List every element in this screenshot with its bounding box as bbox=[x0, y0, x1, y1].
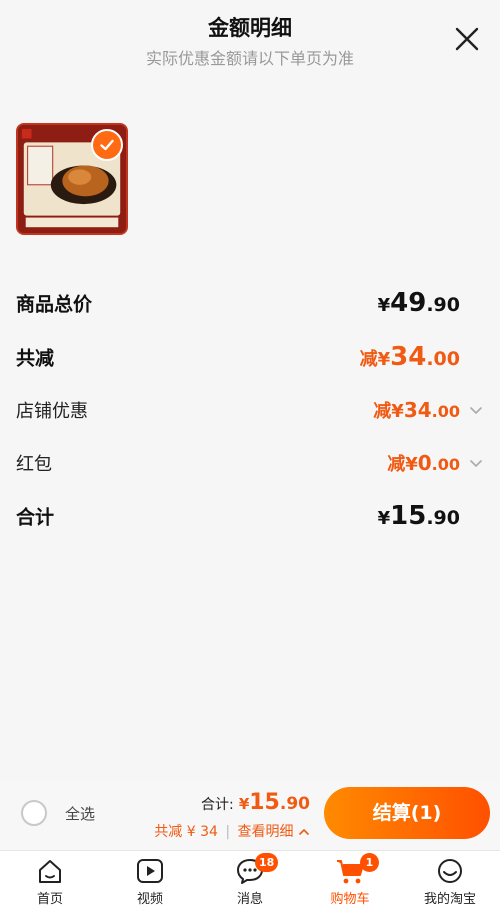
messages-badge: 18 bbox=[255, 853, 279, 872]
total-discount-row: 共减 减¥34.00 bbox=[16, 337, 484, 377]
close-button[interactable] bbox=[454, 26, 480, 52]
total-amount: ¥15.90 bbox=[377, 501, 460, 531]
bottom-discount[interactable]: 共减 ¥ 34 | 查看明细 bbox=[154, 821, 310, 841]
red-packet-label: 红包 bbox=[16, 454, 52, 475]
header: 金额明细 实际优惠金额请以下单页为准 bbox=[0, 0, 500, 80]
shop-discount-row[interactable]: 店铺优惠 减¥34.00 bbox=[16, 390, 484, 430]
red-packet-amount: 减¥0.00 bbox=[387, 451, 460, 475]
select-all-checkbox[interactable] bbox=[21, 800, 47, 826]
checkout-button[interactable]: 结算(1) bbox=[324, 787, 490, 839]
chevron-up-icon[interactable] bbox=[298, 826, 310, 838]
video-icon bbox=[137, 859, 163, 883]
home-icon bbox=[39, 860, 61, 883]
page-title: 金额明细 bbox=[208, 16, 292, 40]
shop-discount-amount: 减¥34.00 bbox=[373, 398, 460, 422]
checkmark-icon bbox=[100, 139, 114, 151]
chevron-down-icon[interactable] bbox=[468, 402, 484, 418]
select-all-label[interactable]: 全选 bbox=[65, 803, 95, 824]
profile-icon bbox=[438, 859, 462, 883]
checkout-bar: 全选 合计: ¥15.90 共减 ¥ 34 | 查看明细 结算(1) bbox=[0, 781, 500, 849]
view-details-link[interactable]: 查看明细 bbox=[238, 824, 294, 840]
tab-home[interactable]: 首页 bbox=[0, 851, 100, 909]
red-packet-row[interactable]: 红包 减¥0.00 bbox=[16, 443, 484, 483]
page-subtitle: 实际优惠金额请以下单页为准 bbox=[145, 49, 354, 68]
total-row: 合计 ¥15.90 bbox=[16, 496, 484, 536]
tab-video[interactable]: 视频 bbox=[100, 851, 200, 909]
tab-bar: 首页 视频 18 消息 1 购物车 我的淘宝 bbox=[0, 850, 500, 909]
subtotal-amount: ¥49.90 bbox=[377, 288, 460, 318]
close-icon bbox=[455, 27, 479, 51]
subtotal-label: 商品总价 bbox=[16, 293, 93, 316]
tab-cart[interactable]: 1 购物车 bbox=[300, 851, 400, 909]
chevron-down-icon[interactable] bbox=[468, 455, 484, 471]
subtotal-row: 商品总价 ¥49.90 bbox=[16, 283, 484, 323]
discount-summary: 共减 ¥ 34 bbox=[154, 824, 218, 840]
shop-discount-label: 店铺优惠 bbox=[16, 401, 88, 422]
tab-messages[interactable]: 18 消息 bbox=[200, 851, 300, 909]
item-selected-checkbox[interactable] bbox=[91, 129, 123, 161]
cart-badge: 1 bbox=[360, 853, 379, 872]
bottom-total: 合计: ¥15.90 bbox=[201, 790, 310, 815]
tab-my-taobao[interactable]: 我的淘宝 bbox=[400, 851, 500, 909]
total-discount-amount: 减¥34.00 bbox=[359, 342, 460, 372]
divider: | bbox=[225, 824, 231, 840]
total-discount-label: 共减 bbox=[16, 347, 55, 370]
total-label: 合计 bbox=[16, 506, 55, 529]
